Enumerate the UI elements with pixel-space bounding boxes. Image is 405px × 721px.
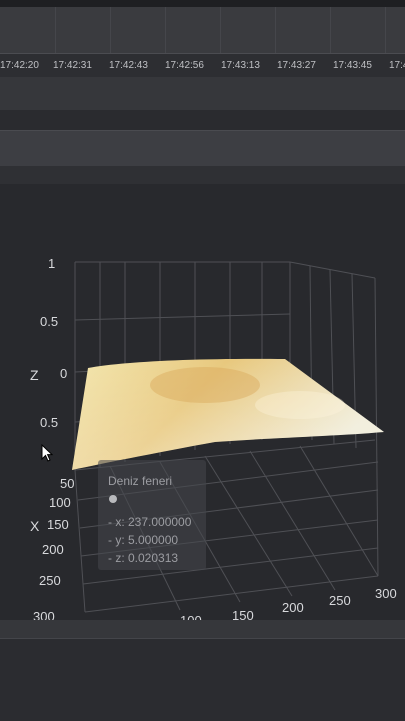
tooltip-x-value: - x: 237.000000 xyxy=(108,515,192,529)
z-axis-label: Z xyxy=(30,367,39,383)
x-tick: 50 xyxy=(60,476,74,491)
x-tick: 250 xyxy=(39,573,61,588)
timeline-gridline xyxy=(110,7,111,53)
bottom-panel xyxy=(0,638,405,721)
top-strip xyxy=(0,0,405,7)
time-tick: 17:42:43 xyxy=(109,60,148,71)
timeline-track[interactable] xyxy=(0,7,405,53)
z-tick: 0 xyxy=(60,366,67,381)
data-tooltip: Deniz feneri - x: 237.000000 - y: 5.0000… xyxy=(98,460,206,570)
panel-header xyxy=(0,130,405,167)
z-tick: 0.5 xyxy=(40,314,58,329)
surface-highlight xyxy=(255,391,345,419)
time-tick: 17:4 xyxy=(389,60,405,71)
y-tick: 200 xyxy=(282,600,304,615)
timeline-gridline xyxy=(385,7,386,53)
y-tick: 250 xyxy=(329,593,351,608)
panel-separator xyxy=(0,166,405,184)
x-tick: 150 xyxy=(47,517,69,532)
surface-peak-shade xyxy=(150,367,260,403)
time-axis: 17:42:20 17:42:31 17:42:43 17:42:56 17:4… xyxy=(0,53,405,78)
panel-footer-band xyxy=(0,620,405,638)
surface-plot-panel[interactable]: 1 0.5 0 0.5 Z 50 100 150 200 250 300 X 1… xyxy=(0,184,405,620)
x-tick: 100 xyxy=(49,495,71,510)
time-tick: 17:43:27 xyxy=(277,60,316,71)
panel-separator xyxy=(0,110,405,130)
timeline-gridline xyxy=(55,7,56,53)
time-tick: 17:43:13 xyxy=(221,60,260,71)
y-tick: 100 xyxy=(180,613,202,620)
tooltip-series-name: Deniz feneri xyxy=(108,474,173,488)
timeline-gridline xyxy=(330,7,331,53)
tooltip-z-value: - z: 0.020313 xyxy=(108,551,179,565)
timeline-gridline xyxy=(165,7,166,53)
time-tick: 17:43:45 xyxy=(333,60,372,71)
mouse-pointer-icon xyxy=(41,444,54,462)
timeline-gridline xyxy=(220,7,221,53)
series-marker-icon xyxy=(109,495,117,503)
time-tick: 17:42:31 xyxy=(53,60,92,71)
tooltip-y-value: - y: 5.000000 xyxy=(108,533,179,547)
timeline-gridline xyxy=(275,7,276,53)
y-tick: 300 xyxy=(375,586,397,601)
y-tick: 150 xyxy=(232,608,254,620)
z-tick: 0.5 xyxy=(40,415,58,430)
time-tick: 17:42:20 xyxy=(0,60,39,71)
x-tick: 200 xyxy=(42,542,64,557)
x-tick: 300 xyxy=(33,609,55,620)
toolbar-band xyxy=(0,77,405,110)
time-tick: 17:42:56 xyxy=(165,60,204,71)
z-tick: 1 xyxy=(48,256,55,271)
x-axis-label: X xyxy=(30,518,40,534)
